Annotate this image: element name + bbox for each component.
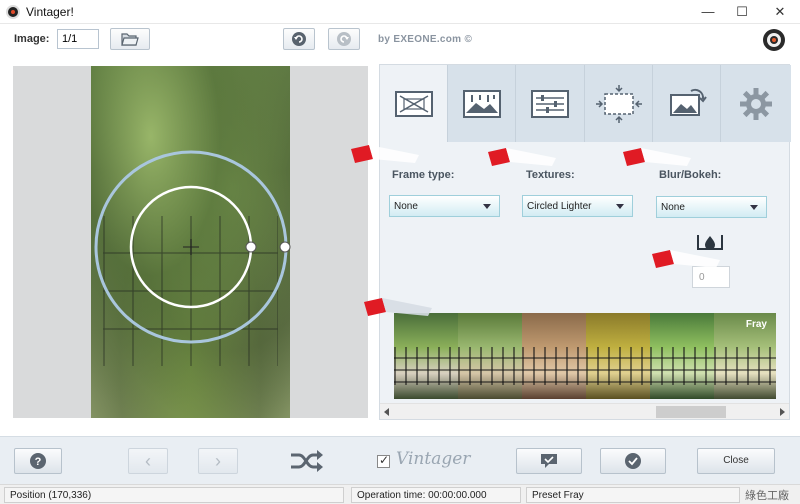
- status-preset: Preset Fray: [526, 487, 740, 503]
- frame-type-label: Frame type:: [392, 169, 455, 181]
- crop-resize-icon: [595, 84, 642, 123]
- redo-icon: [337, 32, 351, 46]
- next-button[interactable]: ›: [198, 448, 238, 474]
- help-icon: ?: [30, 453, 46, 469]
- comment-check-icon: [541, 454, 557, 468]
- bokeh-drop-icon: [697, 235, 723, 250]
- undo-button[interactable]: [283, 28, 315, 50]
- rotate-image-icon: [669, 88, 707, 116]
- preset-thumbnail[interactable]: [522, 313, 586, 399]
- app-logo-icon: [6, 5, 20, 19]
- outer-ring-handle[interactable]: [279, 241, 291, 253]
- preset-name-label: Fray: [745, 319, 767, 330]
- status-operation-time: Operation time: 00:00:00.000: [351, 487, 521, 503]
- image-preview-area[interactable]: [13, 66, 368, 418]
- tab-settings[interactable]: [721, 65, 791, 142]
- sliders-icon: [531, 89, 569, 118]
- gear-icon: [740, 87, 772, 120]
- scrollbar-thumb[interactable]: [656, 406, 726, 418]
- chevron-down-icon: [750, 205, 758, 210]
- brand-camera-icon[interactable]: [762, 28, 786, 52]
- apply-button[interactable]: [600, 448, 666, 474]
- frame-type-value: None: [394, 201, 418, 212]
- chevron-right-icon: ›: [215, 451, 221, 471]
- close-window-button[interactable]: ✕: [762, 0, 798, 24]
- texture-icon: [462, 89, 501, 118]
- undo-icon: [292, 32, 306, 46]
- textures-value: Circled Lighter: [527, 201, 592, 212]
- chevron-down-icon: [483, 204, 491, 209]
- maximize-button[interactable]: ☐: [724, 0, 760, 24]
- tab-adjust[interactable]: [516, 65, 585, 142]
- tab-crop[interactable]: [585, 65, 653, 142]
- frame-type-select[interactable]: None: [389, 195, 500, 217]
- red-marker-flag: [488, 148, 556, 166]
- preset-strip[interactable]: [394, 313, 776, 399]
- status-position: Position (170,336): [4, 487, 344, 503]
- blur-bokeh-value: None: [661, 202, 685, 213]
- textures-label: Textures:: [526, 169, 575, 181]
- red-marker-flag: [364, 298, 432, 316]
- shuffle-icon[interactable]: [289, 448, 325, 474]
- image-label: Image:: [14, 33, 50, 45]
- vintager-checkbox[interactable]: [377, 453, 390, 468]
- bokeh-amount-field[interactable]: 0: [692, 266, 730, 288]
- status-bar: Position (170,336) Operation time: 00:00…: [0, 484, 800, 504]
- close-button[interactable]: Close: [697, 448, 775, 474]
- preset-thumbnail[interactable]: [586, 313, 650, 399]
- redo-button[interactable]: [328, 28, 360, 50]
- blur-bokeh-label: Blur/Bokeh:: [659, 169, 722, 181]
- vintager-logo: Vintager: [396, 449, 471, 469]
- compare-button[interactable]: [516, 448, 582, 474]
- textures-select[interactable]: Circled Lighter: [522, 195, 633, 217]
- chevron-down-icon: [616, 204, 624, 209]
- top-toolbar: Image: by EXEONE.com ©: [0, 24, 800, 56]
- title-bar: Vintager! — ☐ ✕: [0, 0, 800, 24]
- svg-text:?: ?: [35, 456, 42, 468]
- preset-thumbnail[interactable]: [458, 313, 522, 399]
- tab-textures[interactable]: [448, 65, 516, 142]
- red-marker-flag: [351, 145, 419, 163]
- scroll-left-icon[interactable]: [384, 408, 389, 416]
- blur-bokeh-select[interactable]: None: [656, 196, 767, 218]
- inner-ring-handle[interactable]: [245, 241, 257, 253]
- tab-rotate[interactable]: [653, 65, 721, 142]
- folder-open-icon: [121, 33, 139, 46]
- preset-thumbnail[interactable]: [394, 313, 458, 399]
- minimize-button[interactable]: —: [690, 0, 726, 24]
- scroll-right-icon[interactable]: [780, 408, 785, 416]
- check-circle-icon: [625, 453, 641, 469]
- help-button[interactable]: ?: [14, 448, 62, 474]
- bottom-bar: ? ‹ › Vintager Close: [0, 436, 800, 484]
- image-index-field[interactable]: [57, 29, 99, 49]
- site-watermark: 綠色工廠: [745, 490, 789, 502]
- window-title: Vintager!: [26, 5, 74, 19]
- frame-icon: [394, 90, 433, 117]
- open-image-button[interactable]: [110, 28, 150, 50]
- red-marker-flag: [652, 250, 720, 268]
- chevron-left-icon: ‹: [145, 451, 151, 471]
- byline-text: by EXEONE.com ©: [378, 34, 473, 45]
- red-marker-flag: [623, 148, 691, 166]
- preset-scrollbar[interactable]: [380, 403, 789, 419]
- previous-button[interactable]: ‹: [128, 448, 168, 474]
- tab-frames[interactable]: [380, 65, 448, 142]
- close-button-label: Close: [723, 455, 749, 466]
- options-panel: Frame type: None Textures: Circled Light…: [379, 64, 791, 420]
- preset-thumbnail[interactable]: [650, 313, 714, 399]
- focus-overlay[interactable]: [13, 66, 368, 418]
